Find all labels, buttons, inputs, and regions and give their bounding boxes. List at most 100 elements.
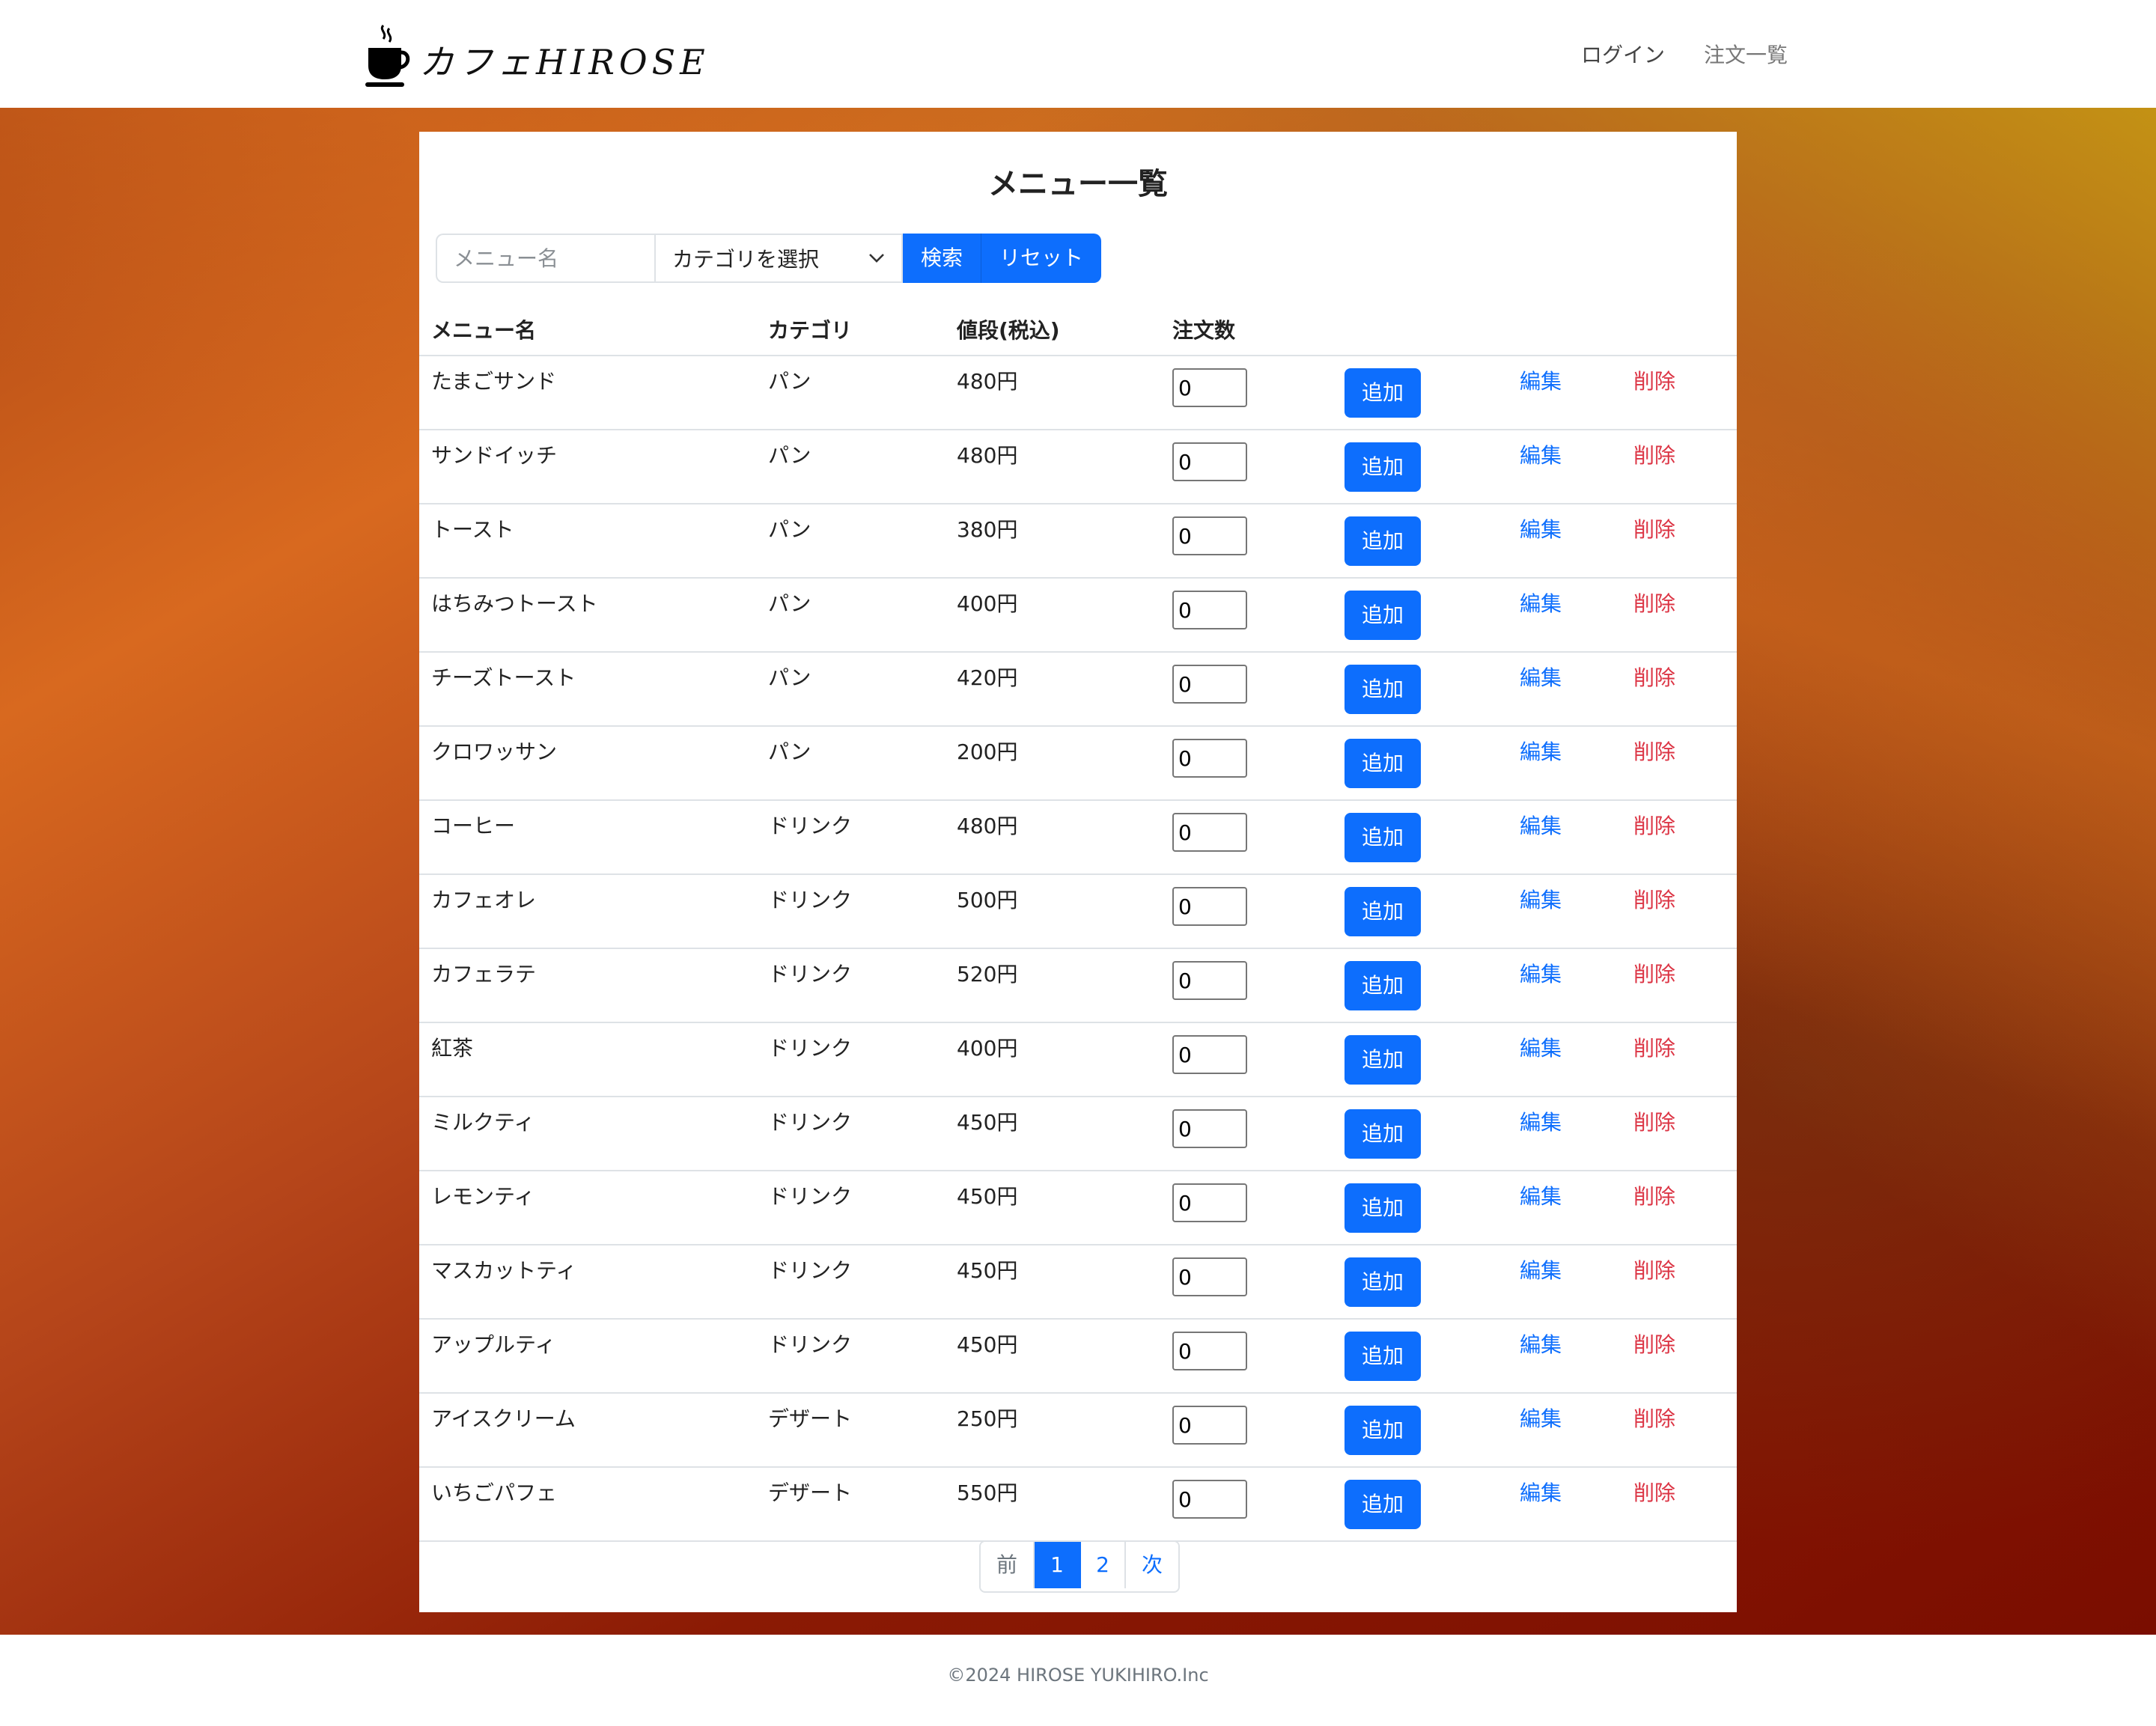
quantity-input[interactable] bbox=[1172, 1406, 1247, 1445]
delete-link[interactable]: 削除 bbox=[1633, 663, 1675, 693]
quantity-input[interactable] bbox=[1172, 1480, 1247, 1519]
add-button[interactable]: 追加 bbox=[1345, 1332, 1421, 1381]
menu-name-cell: サンドイッチ bbox=[431, 443, 558, 468]
add-button[interactable]: 追加 bbox=[1345, 739, 1421, 788]
delete-link[interactable]: 削除 bbox=[1633, 515, 1675, 545]
edit-link[interactable]: 編集 bbox=[1520, 663, 1562, 693]
table-row: 紅茶 ドリンク 400円 追加 編集 削除 bbox=[419, 1023, 1737, 1097]
quantity-input[interactable] bbox=[1172, 368, 1247, 407]
price-cell: 520円 bbox=[957, 962, 1018, 986]
site-footer: ©2024 HIROSE YUKIHIRO.Inc bbox=[0, 1635, 2156, 1726]
delete-link[interactable]: 削除 bbox=[1633, 1256, 1675, 1286]
delete-link[interactable]: 削除 bbox=[1633, 1034, 1675, 1064]
add-button[interactable]: 追加 bbox=[1345, 961, 1421, 1010]
price-cell: 450円 bbox=[957, 1184, 1018, 1209]
delete-link[interactable]: 削除 bbox=[1633, 441, 1675, 471]
edit-link[interactable]: 編集 bbox=[1520, 885, 1562, 915]
edit-link[interactable]: 編集 bbox=[1520, 367, 1562, 397]
add-button[interactable]: 追加 bbox=[1345, 516, 1421, 566]
add-button[interactable]: 追加 bbox=[1345, 1406, 1421, 1455]
delete-link[interactable]: 削除 bbox=[1633, 1182, 1675, 1212]
pagination-page-2[interactable]: 2 bbox=[1081, 1542, 1126, 1588]
header-quantity: 注文数 bbox=[1172, 318, 1236, 343]
category-select[interactable]: カテゴリを選択 bbox=[654, 234, 903, 283]
add-button[interactable]: 追加 bbox=[1345, 1035, 1421, 1085]
add-button[interactable]: 追加 bbox=[1345, 1109, 1421, 1159]
delete-link[interactable]: 削除 bbox=[1633, 885, 1675, 915]
quantity-input[interactable] bbox=[1172, 1257, 1247, 1296]
table-row: はちみつトースト パン 400円 追加 編集 削除 bbox=[419, 579, 1737, 653]
add-button[interactable]: 追加 bbox=[1345, 591, 1421, 640]
table-row: クロワッサン パン 200円 追加 編集 削除 bbox=[419, 727, 1737, 801]
price-cell: 420円 bbox=[957, 665, 1018, 690]
delete-link[interactable]: 削除 bbox=[1633, 960, 1675, 989]
edit-link[interactable]: 編集 bbox=[1520, 1034, 1562, 1064]
quantity-input[interactable] bbox=[1172, 961, 1247, 1000]
menu-name-cell: レモンティ bbox=[431, 1184, 535, 1209]
pagination-next[interactable]: 次 bbox=[1126, 1542, 1178, 1588]
header-price: 値段(税込) bbox=[957, 318, 1060, 343]
delete-link[interactable]: 削除 bbox=[1633, 1404, 1675, 1434]
nav-orders-link[interactable]: 注文一覧 bbox=[1704, 37, 1788, 73]
price-cell: 450円 bbox=[957, 1332, 1018, 1357]
delete-link[interactable]: 削除 bbox=[1633, 589, 1675, 619]
delete-link[interactable]: 削除 bbox=[1633, 811, 1675, 841]
nav-login-link[interactable]: ログイン bbox=[1581, 37, 1665, 73]
header-name: メニュー名 bbox=[431, 318, 537, 343]
quantity-input[interactable] bbox=[1172, 1035, 1247, 1074]
delete-link[interactable]: 削除 bbox=[1633, 1478, 1675, 1508]
edit-link[interactable]: 編集 bbox=[1520, 1404, 1562, 1434]
delete-link[interactable]: 削除 bbox=[1633, 367, 1675, 397]
add-button[interactable]: 追加 bbox=[1345, 887, 1421, 936]
edit-link[interactable]: 編集 bbox=[1520, 1182, 1562, 1212]
menu-name-input[interactable] bbox=[436, 234, 654, 283]
add-button[interactable]: 追加 bbox=[1345, 1480, 1421, 1529]
quantity-input[interactable] bbox=[1172, 887, 1247, 926]
chevron-down-icon bbox=[869, 254, 884, 263]
quantity-input[interactable] bbox=[1172, 739, 1247, 778]
price-cell: 480円 bbox=[957, 443, 1018, 468]
edit-link[interactable]: 編集 bbox=[1520, 1108, 1562, 1138]
reset-button[interactable]: リセット bbox=[981, 234, 1102, 283]
search-bar: カテゴリを選択 検索 リセット bbox=[436, 234, 1102, 284]
quantity-input[interactable] bbox=[1172, 442, 1247, 481]
delete-link[interactable]: 削除 bbox=[1633, 737, 1675, 767]
menu-name-cell: コーヒー bbox=[431, 814, 516, 838]
delete-link[interactable]: 削除 bbox=[1633, 1108, 1675, 1138]
table-row: アップルティ ドリンク 450円 追加 編集 削除 bbox=[419, 1320, 1737, 1394]
price-cell: 500円 bbox=[957, 888, 1018, 912]
add-button[interactable]: 追加 bbox=[1345, 1257, 1421, 1307]
edit-link[interactable]: 編集 bbox=[1520, 737, 1562, 767]
add-button[interactable]: 追加 bbox=[1345, 368, 1421, 418]
quantity-input[interactable] bbox=[1172, 1109, 1247, 1148]
quantity-input[interactable] bbox=[1172, 665, 1247, 704]
price-cell: 450円 bbox=[957, 1258, 1018, 1283]
quantity-input[interactable] bbox=[1172, 813, 1247, 852]
site-header: カフェHIROSE ログイン 注文一覧 bbox=[0, 0, 2156, 108]
edit-link[interactable]: 編集 bbox=[1520, 515, 1562, 545]
edit-link[interactable]: 編集 bbox=[1520, 811, 1562, 841]
quantity-input[interactable] bbox=[1172, 1183, 1247, 1222]
edit-link[interactable]: 編集 bbox=[1520, 1330, 1562, 1360]
add-button[interactable]: 追加 bbox=[1345, 813, 1421, 862]
edit-link[interactable]: 編集 bbox=[1520, 1256, 1562, 1286]
quantity-input[interactable] bbox=[1172, 516, 1247, 555]
add-button[interactable]: 追加 bbox=[1345, 442, 1421, 492]
add-button[interactable]: 追加 bbox=[1345, 1183, 1421, 1233]
pagination-page-1[interactable]: 1 bbox=[1035, 1542, 1081, 1588]
price-cell: 450円 bbox=[957, 1110, 1018, 1135]
pagination: 前 1 2 次 bbox=[979, 1540, 1180, 1593]
edit-link[interactable]: 編集 bbox=[1520, 960, 1562, 989]
quantity-input[interactable] bbox=[1172, 591, 1247, 629]
edit-link[interactable]: 編集 bbox=[1520, 441, 1562, 471]
quantity-input[interactable] bbox=[1172, 1332, 1247, 1370]
edit-link[interactable]: 編集 bbox=[1520, 589, 1562, 619]
brand-logo[interactable]: カフェHIROSE bbox=[365, 13, 710, 88]
delete-link[interactable]: 削除 bbox=[1633, 1330, 1675, 1360]
menu-name-cell: アイスクリーム bbox=[431, 1406, 576, 1431]
pagination-prev[interactable]: 前 bbox=[981, 1542, 1035, 1588]
search-button[interactable]: 検索 bbox=[903, 234, 982, 283]
add-button[interactable]: 追加 bbox=[1345, 665, 1421, 714]
menu-name-cell: マスカットティ bbox=[431, 1258, 577, 1283]
edit-link[interactable]: 編集 bbox=[1520, 1478, 1562, 1508]
